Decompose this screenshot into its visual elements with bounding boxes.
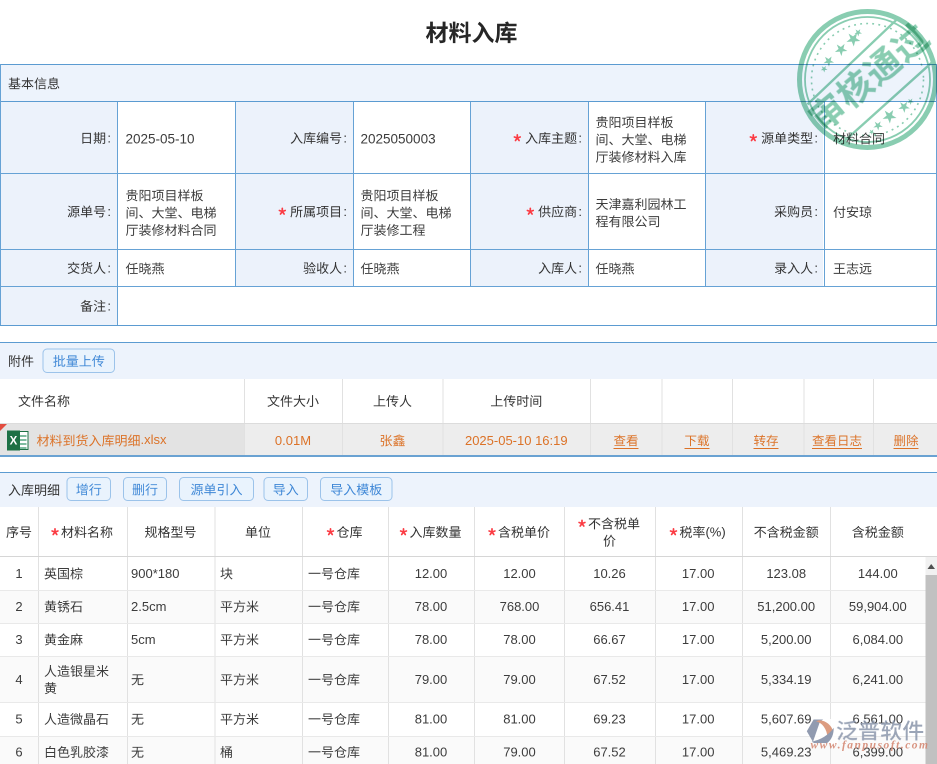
svg-text:1: 1 xyxy=(15,566,22,581)
svg-text:www.fanpusoft.com: www.fanpusoft.com xyxy=(811,739,930,751)
svg-text:5,334.19: 5,334.19 xyxy=(761,672,812,687)
svg-text:5cm: 5cm xyxy=(131,632,156,647)
svg-text:79.00: 79.00 xyxy=(415,672,448,687)
svg-text::: : xyxy=(107,261,111,276)
svg-text:3: 3 xyxy=(15,632,22,647)
svg-text:69.23: 69.23 xyxy=(593,712,626,727)
svg-text::: : xyxy=(578,261,582,276)
svg-text:79.00: 79.00 xyxy=(503,745,536,760)
svg-text::: : xyxy=(107,131,111,146)
svg-text:78.00: 78.00 xyxy=(415,632,448,647)
svg-text:(%): (%) xyxy=(705,525,725,540)
svg-text:2.5cm: 2.5cm xyxy=(131,599,166,614)
svg-text:81.00: 81.00 xyxy=(503,712,536,727)
svg-text:78.00: 78.00 xyxy=(415,599,448,614)
svg-text:17.00: 17.00 xyxy=(682,745,715,760)
svg-text:2: 2 xyxy=(15,599,22,614)
svg-text:17.00: 17.00 xyxy=(682,632,715,647)
svg-text:5,607.69: 5,607.69 xyxy=(761,712,812,727)
svg-text:12.00: 12.00 xyxy=(415,566,448,581)
svg-text:17.00: 17.00 xyxy=(682,566,715,581)
svg-text::: : xyxy=(814,261,818,276)
svg-text:900*180: 900*180 xyxy=(131,566,179,581)
svg-text:768.00: 768.00 xyxy=(500,599,540,614)
svg-text:17.00: 17.00 xyxy=(682,672,715,687)
svg-text:51,200.00: 51,200.00 xyxy=(757,599,815,614)
svg-text::: : xyxy=(107,204,111,219)
svg-text:17.00: 17.00 xyxy=(682,712,715,727)
svg-text::: : xyxy=(343,204,347,219)
svg-text::: : xyxy=(343,261,347,276)
svg-text:2025050003: 2025050003 xyxy=(361,131,436,146)
svg-text:6,241.00: 6,241.00 xyxy=(852,672,903,687)
svg-text:2025-05-10 16:19: 2025-05-10 16:19 xyxy=(465,433,568,448)
svg-text:X: X xyxy=(10,436,18,448)
svg-text:5,469.23: 5,469.23 xyxy=(761,745,812,760)
svg-text:59,904.00: 59,904.00 xyxy=(849,599,907,614)
svg-text:2025-05-10: 2025-05-10 xyxy=(126,131,195,146)
svg-text:656.41: 656.41 xyxy=(590,599,630,614)
svg-text:123.08: 123.08 xyxy=(766,566,806,581)
svg-text:5: 5 xyxy=(15,712,22,727)
svg-text:81.00: 81.00 xyxy=(415,745,448,760)
svg-text:4: 4 xyxy=(15,672,22,687)
svg-text:81.00: 81.00 xyxy=(415,712,448,727)
svg-text:17.00: 17.00 xyxy=(682,599,715,614)
svg-text::: : xyxy=(107,299,111,314)
svg-text::: : xyxy=(578,204,582,219)
svg-text:6: 6 xyxy=(15,745,22,760)
svg-text:12.00: 12.00 xyxy=(503,566,536,581)
svg-text::: : xyxy=(814,131,818,146)
svg-text:.xlsx: .xlsx xyxy=(141,432,168,447)
svg-text:0.01M: 0.01M xyxy=(275,433,311,448)
svg-text::: : xyxy=(578,131,582,146)
svg-text:5,200.00: 5,200.00 xyxy=(761,632,812,647)
svg-text::: : xyxy=(343,131,347,146)
svg-text:144.00: 144.00 xyxy=(858,566,898,581)
svg-text:66.67: 66.67 xyxy=(593,632,626,647)
svg-text:67.52: 67.52 xyxy=(593,672,626,687)
svg-text:79.00: 79.00 xyxy=(503,672,536,687)
svg-text::: : xyxy=(814,204,818,219)
svg-text:6,084.00: 6,084.00 xyxy=(852,632,903,647)
svg-text:67.52: 67.52 xyxy=(593,745,626,760)
svg-text:10.26: 10.26 xyxy=(593,566,626,581)
svg-text:78.00: 78.00 xyxy=(503,632,536,647)
